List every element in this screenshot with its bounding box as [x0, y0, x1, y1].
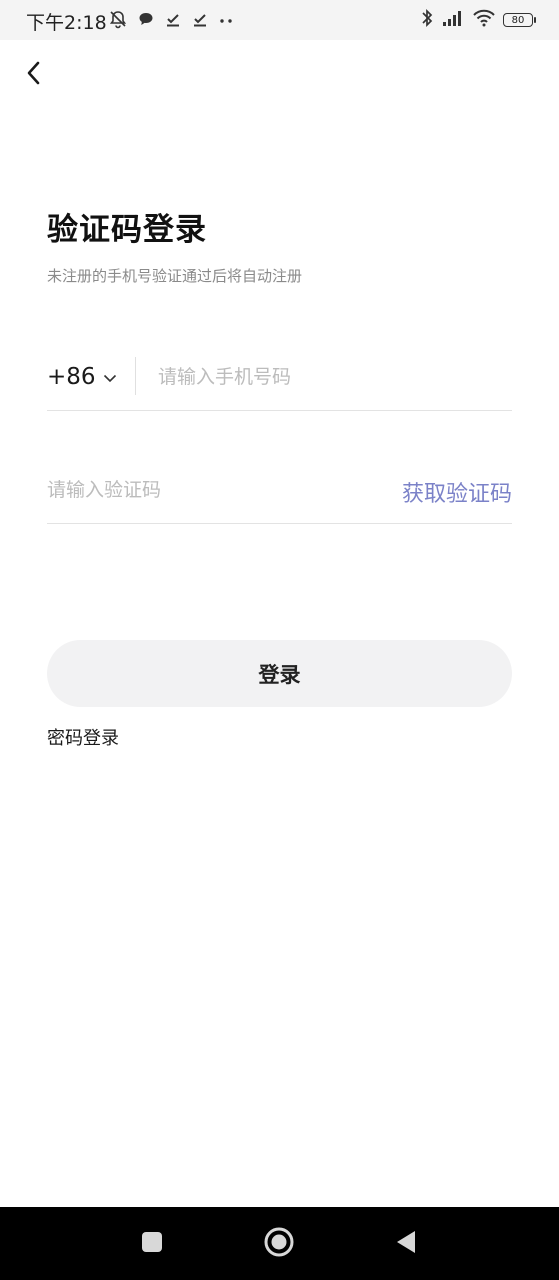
password-login-link[interactable]: 密码登录	[47, 724, 119, 750]
recent-apps-button[interactable]	[126, 1207, 178, 1280]
status-bar: 下午2:18 80	[0, 0, 559, 40]
check-icon	[164, 10, 182, 32]
status-system-icons: 80	[413, 8, 536, 32]
verification-code-row: 获取验证码	[47, 464, 512, 524]
country-code-divider	[135, 357, 136, 395]
chat-bubble-icon	[137, 10, 155, 32]
status-time: 下午2:18	[26, 12, 107, 34]
country-code-selector[interactable]: +86	[47, 350, 117, 404]
mute-bell-icon	[108, 9, 128, 33]
home-button[interactable]	[253, 1207, 305, 1280]
phone-number-row: +86	[47, 350, 512, 411]
recent-apps-icon	[140, 1230, 164, 1258]
login-button-label: 登录	[258, 662, 301, 687]
wifi-icon	[472, 9, 496, 31]
verification-code-input[interactable]	[47, 469, 347, 511]
page-subtitle: 未注册的手机号验证通过后将自动注册	[47, 267, 303, 285]
login-button[interactable]: 登录	[47, 640, 512, 707]
country-code-label: +86	[47, 364, 96, 390]
nav-back-button[interactable]	[380, 1207, 432, 1280]
chevron-left-icon	[26, 60, 42, 90]
battery-icon: 80	[503, 13, 536, 27]
phone-number-input[interactable]	[158, 356, 508, 398]
page-title: 验证码登录	[47, 212, 207, 248]
back-icon	[394, 1229, 418, 1259]
bluetooth-icon	[420, 8, 434, 32]
home-icon	[263, 1226, 295, 1262]
status-notification-icons	[108, 10, 243, 32]
more-dots-icon	[218, 10, 234, 32]
get-code-button[interactable]: 获取验证码	[402, 476, 512, 508]
check-icon	[191, 10, 209, 32]
signal-icon	[441, 9, 465, 31]
chevron-down-icon	[96, 368, 117, 387]
system-nav-bar	[0, 1207, 559, 1280]
back-button[interactable]	[18, 58, 50, 92]
